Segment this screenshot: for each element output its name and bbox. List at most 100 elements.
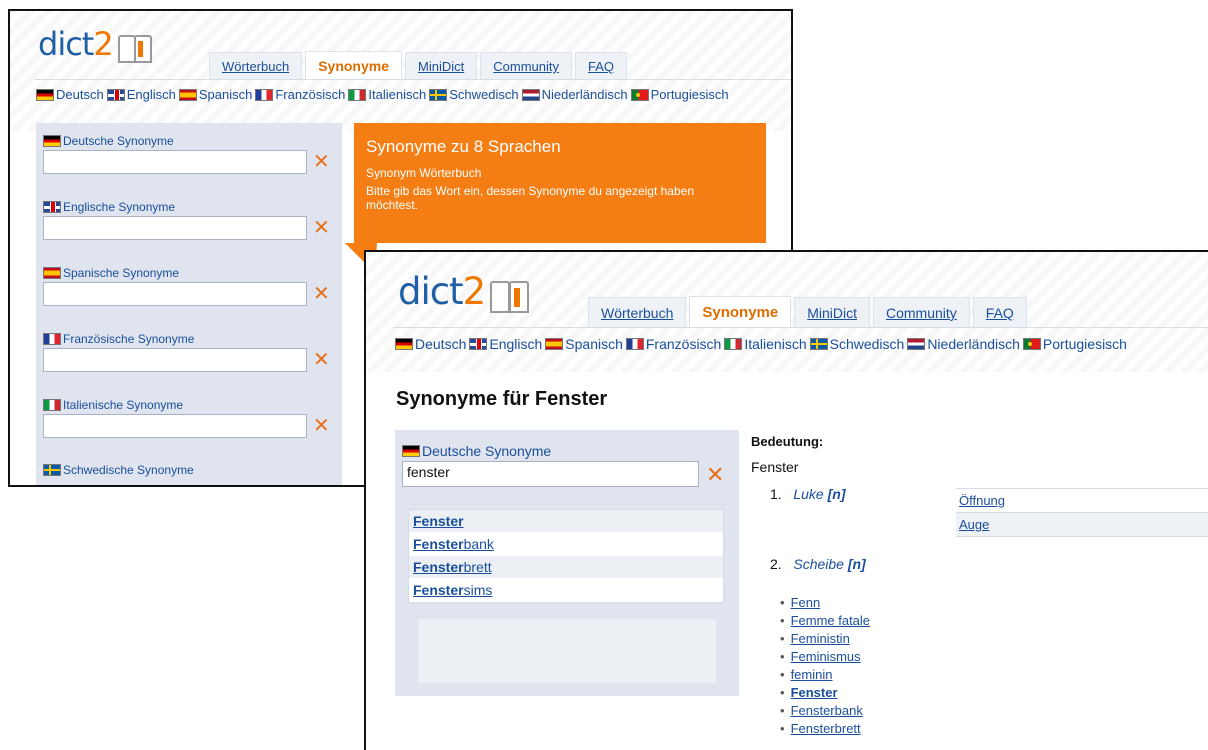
callout-text: Bitte gib das Wort ein, dessen Synonyme …: [366, 184, 694, 212]
spanish-flag-icon: [545, 338, 564, 350]
callout-subtitle: Synonym Wörterbuch: [366, 166, 482, 180]
list-item[interactable]: Fenster: [780, 684, 870, 702]
lang-deutsch[interactable]: Deutsch: [36, 87, 104, 102]
tab-minidict[interactable]: MiniDict: [794, 297, 870, 328]
list-item[interactable]: Fensterbrett: [780, 720, 870, 738]
swedish-flag-icon: [43, 464, 61, 476]
callout-title: Synonyme zu 8 Sprachen: [366, 137, 561, 156]
related-link[interactable]: Auge: [956, 513, 1208, 537]
tab-community[interactable]: Community: [480, 52, 572, 80]
lang-spanisch[interactable]: Spanisch: [545, 336, 623, 352]
suggestion-item[interactable]: Fensterbank: [409, 533, 723, 556]
german-flag-icon: [395, 338, 413, 350]
clear-icon[interactable]: ✕: [313, 152, 330, 172]
lang-spanisch[interactable]: Spanisch: [178, 87, 252, 102]
british-flag-icon: [469, 338, 488, 350]
sense-number: 2.: [770, 556, 782, 572]
ad-placeholder: [418, 619, 716, 683]
word-list: Fenn Femme fatale Feministin Feminismus …: [780, 594, 870, 738]
lang-englisch[interactable]: Englisch: [106, 87, 176, 102]
tab-minidict[interactable]: MiniDict: [405, 52, 478, 80]
franzoesisch-synonym-input[interactable]: [43, 348, 307, 372]
lang-schwedisch[interactable]: Schwedisch: [429, 87, 519, 102]
list-item[interactable]: Feminismus: [780, 648, 870, 666]
portuguese-flag-icon: [630, 88, 649, 101]
sense-2: 2. Scheibe [n]: [770, 556, 866, 572]
clear-icon[interactable]: ✕: [706, 464, 724, 486]
page-title: Synonyme für Fenster: [396, 388, 608, 410]
french-flag-icon: [255, 88, 274, 101]
field-label-englisch: Englische Synonyme: [43, 200, 175, 214]
lang-portugiesisch[interactable]: Portugiesisch: [630, 87, 729, 102]
italienisch-synonym-input[interactable]: [43, 414, 307, 438]
related-link[interactable]: Öffnung: [956, 489, 1208, 513]
lang-schwedisch[interactable]: Schwedisch: [809, 336, 904, 352]
german-flag-icon: [402, 445, 420, 457]
tab-synonyme[interactable]: Synonyme: [689, 296, 792, 328]
suggestion-item[interactable]: Fensterbrett: [409, 556, 723, 579]
portuguese-flag-icon: [1022, 338, 1041, 350]
list-item[interactable]: Fensterbank: [780, 702, 870, 720]
tab-woerterbuch[interactable]: Wörterbuch: [588, 297, 687, 328]
clear-icon[interactable]: ✕: [313, 350, 330, 370]
sense-number: 1.: [770, 486, 782, 502]
french-flag-icon: [625, 338, 644, 350]
dict2-logo[interactable]: dict2: [398, 270, 534, 313]
tab-faq[interactable]: FAQ: [575, 52, 628, 80]
swedish-flag-icon: [429, 88, 448, 101]
main-tabs: Wörterbuch Synonyme MiniDict Community F…: [588, 296, 1030, 328]
italian-flag-icon: [43, 399, 61, 411]
meaning-heading: Bedeutung:: [751, 434, 824, 449]
lang-franzoesisch[interactable]: Französisch: [255, 87, 345, 102]
lang-italienisch[interactable]: Italienisch: [724, 336, 807, 352]
tab-woerterbuch[interactable]: Wörterbuch: [209, 52, 303, 80]
clear-icon[interactable]: ✕: [313, 416, 330, 436]
meaning-word: Fenster: [751, 459, 799, 475]
suggestion-item[interactable]: Fenster: [409, 510, 723, 533]
language-bar: Deutsch Englisch Spanisch Französisch It…: [395, 336, 1130, 352]
clear-icon[interactable]: ✕: [313, 218, 330, 238]
field-label-italienisch: Italienische Synonyme: [43, 398, 183, 412]
language-bar: Deutsch Englisch Spanisch Französisch It…: [36, 87, 732, 102]
clear-icon[interactable]: ✕: [313, 284, 330, 304]
tab-synonyme[interactable]: Synonyme: [305, 51, 403, 80]
tab-community[interactable]: Community: [873, 297, 970, 328]
italian-flag-icon: [724, 338, 743, 350]
swedish-flag-icon: [809, 338, 828, 350]
dutch-flag-icon: [907, 338, 926, 350]
suggestion-list: Fenster Fensterbank Fensterbrett Fenster…: [408, 509, 724, 603]
dict2-logo[interactable]: dict2: [38, 25, 156, 63]
field-label-franzoesisch: Französische Synonyme: [43, 332, 194, 346]
suggestion-item[interactable]: Fenstersims: [409, 579, 723, 602]
deutsch-synonym-input[interactable]: fenster: [402, 461, 699, 487]
related-table: Öffnung Auge: [956, 488, 1208, 537]
field-label-deutsch: Deutsche Synonyme: [43, 134, 174, 148]
tab-divider: [394, 327, 1208, 328]
list-item[interactable]: feminin: [780, 666, 870, 684]
spanisch-synonym-input[interactable]: [43, 282, 307, 306]
spanish-flag-icon: [43, 267, 61, 279]
lang-italienisch[interactable]: Italienisch: [348, 87, 426, 102]
foreground-window: dict2 Wörterbuch Synonyme MiniDict Commu…: [364, 250, 1208, 750]
sense-link[interactable]: Luke [n]: [793, 486, 845, 502]
lang-deutsch[interactable]: Deutsch: [395, 336, 466, 352]
info-callout: Synonyme zu 8 Sprachen Synonym Wörterbuc…: [354, 123, 766, 243]
englisch-synonym-input[interactable]: [43, 216, 307, 240]
lang-portugiesisch[interactable]: Portugiesisch: [1022, 336, 1127, 352]
spanish-flag-icon: [178, 88, 197, 101]
lang-englisch[interactable]: Englisch: [469, 336, 542, 352]
list-item[interactable]: Fenn: [780, 594, 870, 612]
main-tabs: Wörterbuch Synonyme MiniDict Community F…: [209, 51, 630, 80]
lang-niederlaendisch[interactable]: Niederländisch: [521, 87, 628, 102]
tab-faq[interactable]: FAQ: [972, 297, 1027, 328]
lang-franzoesisch[interactable]: Französisch: [625, 336, 721, 352]
list-item[interactable]: Feministin: [780, 630, 870, 648]
lang-niederlaendisch[interactable]: Niederländisch: [907, 336, 1020, 352]
field-label-spanisch: Spanische Synonyme: [43, 266, 179, 280]
sense-link[interactable]: Scheibe [n]: [793, 556, 865, 572]
german-flag-icon: [43, 135, 61, 147]
deutsch-synonym-input[interactable]: [43, 150, 307, 174]
tab-divider: [35, 79, 791, 80]
list-item[interactable]: Femme fatale: [780, 612, 870, 630]
field-label-deutsch: Deutsche Synonyme: [402, 443, 551, 459]
